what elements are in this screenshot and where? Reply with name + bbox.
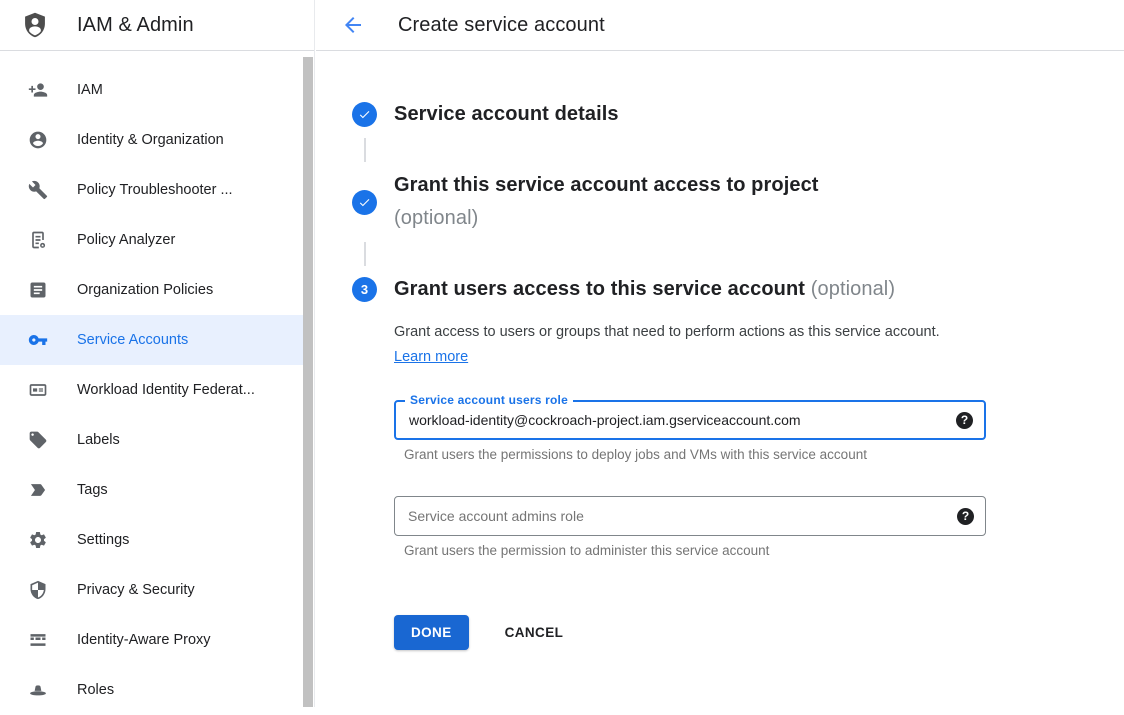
admins-role-helper-text: Grant users the permission to administer…	[404, 543, 1124, 558]
help-icon[interactable]: ?	[957, 508, 974, 525]
sidebar-item-identity-organization[interactable]: Identity & Organization	[0, 115, 303, 165]
users-role-input[interactable]	[396, 412, 956, 428]
service-account-admins-role-field[interactable]: ?	[394, 496, 986, 536]
step-number: 3	[361, 282, 368, 297]
sidebar-item-iam[interactable]: IAM	[0, 65, 303, 115]
id-card-icon	[28, 380, 48, 400]
learn-more-link[interactable]: Learn more	[394, 349, 468, 365]
sidebar-item-label: Organization Policies	[77, 282, 213, 298]
iam-shield-icon	[21, 9, 51, 41]
admins-role-field-wrap: ? Grant users the permission to administ…	[394, 496, 1124, 558]
product-title: IAM & Admin	[77, 14, 194, 37]
step-title: Service account details	[394, 98, 619, 131]
sidebar-item-label: Labels	[77, 432, 120, 448]
field-floating-label: Service account users role	[405, 393, 573, 407]
sidebar-item-label: Privacy & Security	[77, 582, 195, 598]
action-buttons: DONE CANCEL	[394, 615, 1124, 650]
sidebar-item-policy-troubleshooter[interactable]: Policy Troubleshooter ...	[0, 165, 303, 215]
sidebar-item-label: Service Accounts	[77, 332, 188, 348]
gear-icon	[28, 530, 48, 550]
optional-tag: (optional)	[394, 202, 819, 235]
users-role-field-wrap: Service account users role ? Grant users…	[394, 400, 1124, 462]
section-description: Grant access to users or groups that nee…	[394, 320, 959, 370]
service-account-users-role-field[interactable]: Service account users role ?	[394, 400, 986, 440]
policy-analyzer-icon	[28, 230, 48, 250]
sidebar-item-workload-identity-federation[interactable]: Workload Identity Federat...	[0, 365, 303, 415]
tag-arrow-icon	[28, 480, 48, 500]
sidebar-item-identity-aware-proxy[interactable]: Identity-Aware Proxy	[0, 615, 303, 665]
document-icon	[28, 280, 48, 300]
step-complete-check-icon	[352, 102, 377, 127]
sidebar-header: IAM & Admin	[0, 0, 314, 51]
account-circle-icon	[28, 130, 48, 150]
step-connector	[364, 242, 366, 266]
users-role-helper-text: Grant users the permissions to deploy jo…	[404, 447, 1124, 462]
step-title: Grant users access to this service accou…	[394, 273, 895, 306]
sidebar-item-roles[interactable]: Roles	[0, 665, 303, 715]
step-3-grant-users-access: 3 Grant users access to this service acc…	[352, 273, 1124, 306]
sidebar-item-settings[interactable]: Settings	[0, 515, 303, 565]
sidebar-item-label: Roles	[77, 682, 114, 698]
page-header: Create service account	[316, 0, 1124, 51]
sidebar-item-label: Identity & Organization	[77, 132, 224, 148]
step-connector	[364, 138, 366, 162]
sidebar-item-label: Identity-Aware Proxy	[77, 632, 211, 648]
step-1-service-account-details: Service account details	[352, 98, 1124, 131]
service-account-key-icon	[28, 330, 48, 350]
step-title: Grant this service account access to pro…	[394, 169, 819, 235]
sidebar-item-label: IAM	[77, 82, 103, 98]
optional-tag: (optional)	[811, 278, 895, 300]
help-icon[interactable]: ?	[956, 412, 973, 429]
admins-role-input[interactable]	[395, 508, 957, 524]
wrench-icon	[28, 180, 48, 200]
sidebar: IAM & Admin IAM Identity & Organization …	[0, 0, 315, 707]
sidebar-item-label: Settings	[77, 532, 129, 548]
sidebar-nav: IAM Identity & Organization Policy Troub…	[0, 51, 314, 715]
person-add-icon	[28, 80, 48, 100]
sidebar-item-label: Tags	[77, 482, 108, 498]
step-3-body: Grant access to users or groups that nee…	[394, 320, 1124, 650]
sidebar-item-tags[interactable]: Tags	[0, 465, 303, 515]
shield-half-icon	[28, 580, 48, 600]
step-complete-check-icon	[352, 190, 377, 215]
done-button[interactable]: DONE	[394, 615, 469, 650]
sidebar-item-policy-analyzer[interactable]: Policy Analyzer	[0, 215, 303, 265]
sidebar-item-service-accounts[interactable]: Service Accounts	[0, 315, 303, 365]
step-2-grant-access-to-project: Grant this service account access to pro…	[352, 169, 1124, 235]
sidebar-item-organization-policies[interactable]: Organization Policies	[0, 265, 303, 315]
back-arrow-icon[interactable]	[341, 13, 365, 37]
sidebar-item-label: Workload Identity Federat...	[77, 382, 255, 398]
sidebar-scrollbar[interactable]	[303, 57, 313, 707]
step-number-badge: 3	[352, 277, 377, 302]
sidebar-item-label: Policy Analyzer	[77, 232, 175, 248]
sidebar-item-privacy-security[interactable]: Privacy & Security	[0, 565, 303, 615]
roles-hat-icon	[28, 680, 48, 700]
page-title: Create service account	[398, 14, 605, 37]
label-tag-icon	[28, 430, 48, 450]
proxy-icon	[28, 630, 48, 650]
sidebar-item-label: Policy Troubleshooter ...	[77, 182, 233, 198]
sidebar-item-labels[interactable]: Labels	[0, 415, 303, 465]
cancel-button[interactable]: CANCEL	[505, 625, 564, 640]
main-content: Service account details Grant this servi…	[316, 51, 1124, 707]
